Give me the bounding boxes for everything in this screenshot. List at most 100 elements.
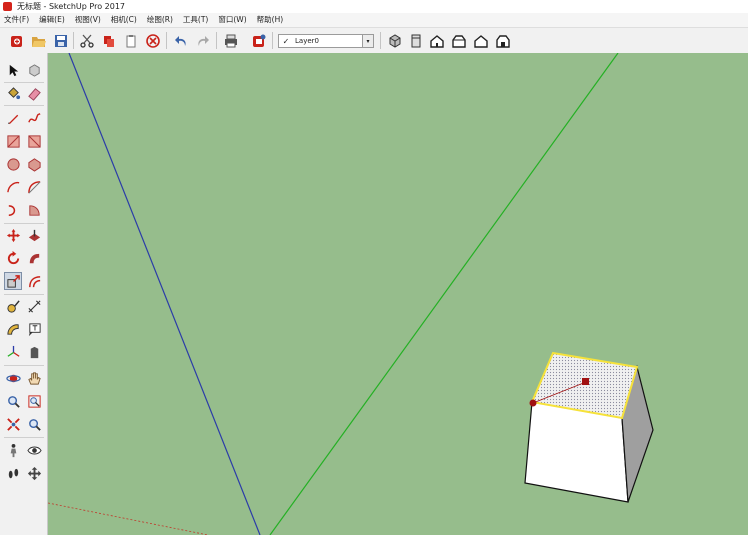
- arrow-cursor-icon: [9, 64, 18, 76]
- print-button[interactable]: [222, 32, 240, 49]
- move-arrows-icon: [6, 228, 20, 242]
- rotate-tool-button[interactable]: [4, 249, 22, 267]
- model-info-button[interactable]: [250, 32, 268, 49]
- scale-grip-point[interactable]: [529, 399, 537, 407]
- red-axis-line: [48, 502, 209, 535]
- rotate-icon: [7, 250, 19, 264]
- line-tool-button[interactable]: [4, 109, 22, 127]
- redo-icon: [198, 35, 209, 46]
- redo-button[interactable]: [194, 32, 212, 49]
- three-point-arc-icon: [8, 204, 15, 216]
- previous-view-icon: [28, 418, 41, 431]
- new-model-button[interactable]: [8, 32, 26, 49]
- arc-tool-button[interactable]: [4, 178, 22, 196]
- pie-tool-button[interactable]: [25, 201, 43, 219]
- zoom-window-icon: [27, 394, 41, 408]
- paste-button[interactable]: [122, 32, 140, 49]
- two-point-arc-button[interactable]: [25, 178, 43, 196]
- polygon-icon: [27, 157, 41, 172]
- component-icon: [28, 63, 40, 77]
- arc-icon: [6, 181, 19, 192]
- text-label-icon: [28, 322, 41, 336]
- rectangle-tool-button[interactable]: [4, 132, 22, 150]
- menu-camera[interactable]: 相机(C): [107, 13, 143, 27]
- freehand-tool-button[interactable]: [25, 109, 43, 127]
- make-component-button[interactable]: [25, 61, 43, 79]
- zoom-extents-button[interactable]: [4, 415, 22, 433]
- follow-me-button[interactable]: [25, 249, 43, 267]
- tape-measure-icon: [6, 299, 20, 313]
- undo-icon: [175, 35, 186, 46]
- select-tool-button[interactable]: [4, 61, 22, 79]
- axes-icon: [7, 345, 19, 357]
- protractor-icon: [6, 323, 19, 335]
- 3d-text-button[interactable]: [25, 343, 43, 361]
- palette-separator: [4, 223, 44, 224]
- offset-tool-button[interactable]: [25, 272, 43, 290]
- polygon-tool-button[interactable]: [25, 155, 43, 173]
- text-tool-button[interactable]: [25, 320, 43, 338]
- dimension-icon: [27, 299, 41, 313]
- scale-center-point[interactable]: [582, 378, 589, 385]
- tape-measure-button[interactable]: [4, 297, 22, 315]
- chevron-down-icon: ▾: [362, 35, 373, 47]
- menu-edit[interactable]: 编辑(E): [35, 13, 71, 27]
- position-camera-button[interactable]: [4, 441, 22, 459]
- iso-view-icon: [389, 33, 401, 48]
- menu-view[interactable]: 视图(V): [71, 13, 107, 27]
- open-button[interactable]: [30, 32, 48, 49]
- look-around-button[interactable]: [25, 441, 43, 459]
- house-right-icon: [452, 34, 466, 48]
- iso-view-button[interactable]: [386, 32, 404, 49]
- move-tool-button[interactable]: [4, 226, 22, 244]
- palette-separator: [4, 365, 44, 366]
- zoom-window-button[interactable]: [25, 392, 43, 410]
- house-front-icon: [430, 34, 444, 48]
- menu-help[interactable]: 帮助(H): [253, 13, 290, 27]
- pencil-icon: [7, 114, 18, 124]
- menu-window[interactable]: 窗口(W): [214, 13, 252, 27]
- palette-separator: [4, 437, 44, 438]
- save-button[interactable]: [52, 32, 70, 49]
- drawing-viewport[interactable]: [48, 53, 748, 535]
- three-point-arc-button[interactable]: [4, 201, 22, 219]
- dimension-tool-button[interactable]: [25, 297, 43, 315]
- protractor-button[interactable]: [4, 320, 22, 338]
- right-view-button[interactable]: [450, 32, 468, 49]
- freehand-icon: [27, 112, 40, 123]
- axes-tool-button[interactable]: [4, 343, 22, 361]
- pan-tool-button[interactable]: [25, 369, 43, 387]
- orbit-tool-button[interactable]: [4, 369, 22, 387]
- paint-bucket-button[interactable]: [4, 84, 22, 102]
- zoom-tool-button[interactable]: [4, 392, 22, 410]
- menu-tools[interactable]: 工具(T): [179, 13, 214, 27]
- scale-tool-button[interactable]: [4, 272, 22, 290]
- rotated-rectangle-button[interactable]: [25, 132, 43, 150]
- erase-button[interactable]: [144, 32, 162, 49]
- top-view-icon: [411, 34, 421, 47]
- section-plane-button[interactable]: [25, 464, 43, 482]
- menu-file[interactable]: 文件(F): [0, 13, 35, 27]
- circle-tool-button[interactable]: [4, 155, 22, 173]
- palette-separator: [4, 82, 44, 83]
- eraser-button[interactable]: [25, 84, 43, 102]
- undo-button[interactable]: [172, 32, 190, 49]
- push-pull-button[interactable]: [25, 226, 43, 244]
- house-back-icon: [474, 34, 488, 48]
- back-view-button[interactable]: [472, 32, 490, 49]
- copy-button[interactable]: [100, 32, 118, 49]
- front-view-button[interactable]: [428, 32, 446, 49]
- paste-icon: [126, 34, 136, 47]
- cut-button[interactable]: [78, 32, 96, 49]
- main-toolbar: ✓ Layer0 ▾: [0, 27, 748, 54]
- top-view-button[interactable]: [407, 32, 425, 49]
- layer-dropdown[interactable]: ✓ Layer0 ▾: [278, 34, 374, 48]
- left-view-button[interactable]: [494, 32, 512, 49]
- offset-icon: [28, 275, 40, 287]
- walk-tool-button[interactable]: [4, 464, 22, 482]
- toolbar-separator: [73, 32, 74, 49]
- menu-draw[interactable]: 绘图(R): [143, 13, 179, 27]
- toolbar-separator: [380, 32, 381, 49]
- previous-view-button[interactable]: [25, 415, 43, 433]
- footprints-icon: [8, 468, 18, 478]
